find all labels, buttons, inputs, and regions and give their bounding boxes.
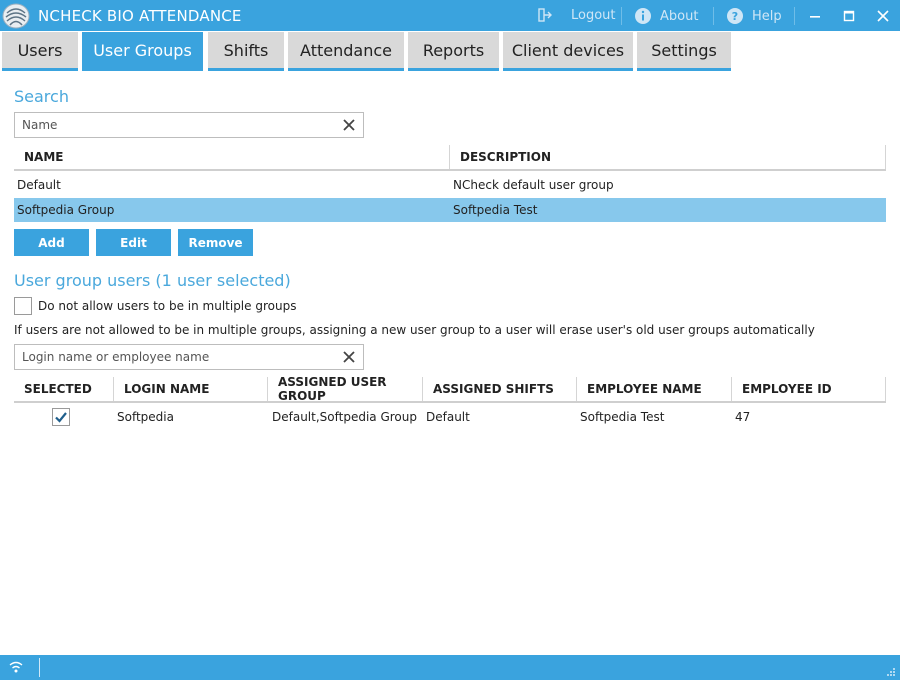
close-icon: [877, 10, 889, 22]
tab-users[interactable]: Users: [2, 32, 78, 71]
add-button[interactable]: Add: [14, 229, 89, 256]
tab-label: Attendance: [300, 40, 392, 60]
user-filter-box: [14, 344, 364, 370]
about-label: About: [660, 8, 699, 24]
tab-label: Settings: [651, 40, 717, 60]
tab-label: Client devices: [511, 40, 625, 60]
tab-label: Reports: [422, 40, 485, 60]
tab-settings[interactable]: Settings: [637, 32, 731, 71]
title-separator: [794, 7, 795, 25]
column-header-assigned-shifts[interactable]: ASSIGNED SHIFTS: [423, 377, 577, 401]
status-bar: [0, 655, 900, 680]
groups-table-header: NAME DESCRIPTION: [14, 145, 886, 171]
group-search-input[interactable]: [15, 113, 335, 137]
employee-name-cell: Softpedia Test: [580, 410, 665, 424]
tab-user-groups[interactable]: User Groups: [82, 32, 203, 71]
close-window-button[interactable]: [873, 6, 893, 26]
remove-button[interactable]: Remove: [178, 229, 253, 256]
column-header-employee-id[interactable]: EMPLOYEE ID: [732, 377, 886, 401]
column-header-login-name[interactable]: LOGIN NAME: [114, 377, 268, 401]
logout-button[interactable]: Logout: [537, 7, 616, 23]
group-users-title: User group users (1 user selected): [14, 271, 291, 290]
column-header-description[interactable]: DESCRIPTION: [450, 145, 886, 169]
wifi-icon: [9, 661, 23, 673]
group-description-cell: Softpedia Test: [453, 203, 538, 217]
tab-reports[interactable]: Reports: [408, 32, 499, 71]
minimize-icon: [810, 16, 820, 18]
tab-client-devices[interactable]: Client devices: [503, 32, 633, 71]
table-row[interactable]: Softpedia Default,Softpedia Group Defaul…: [14, 405, 886, 429]
user-filter-input[interactable]: [15, 345, 335, 369]
users-table-header: SELECTED LOGIN NAME ASSIGNED USER GROUP …: [14, 375, 886, 403]
logout-label: Logout: [571, 7, 616, 23]
column-header-selected[interactable]: SELECTED: [14, 377, 114, 401]
tab-label: Shifts: [223, 40, 269, 60]
status-separator: [39, 658, 40, 677]
column-header-employee-name[interactable]: EMPLOYEE NAME: [577, 377, 732, 401]
group-name-cell: Softpedia Group: [17, 203, 115, 217]
table-row[interactable]: Default NCheck default user group: [14, 173, 886, 197]
help-button[interactable]: ? Help: [726, 7, 782, 25]
close-icon[interactable]: [341, 117, 357, 133]
tab-attendance[interactable]: Attendance: [288, 32, 404, 71]
close-icon[interactable]: [341, 349, 357, 365]
group-description-cell: NCheck default user group: [453, 178, 614, 192]
help-icon: ?: [727, 8, 743, 24]
group-search-box: [14, 112, 364, 138]
tab-label: Users: [17, 40, 63, 60]
employee-id-cell: 47: [735, 410, 751, 424]
title-separator: [621, 7, 622, 25]
assigned-shifts-cell: Default: [426, 410, 470, 424]
help-label: Help: [752, 8, 782, 24]
info-icon: [635, 8, 651, 24]
tab-label: User Groups: [93, 40, 192, 60]
column-header-name[interactable]: NAME: [14, 145, 450, 169]
minimize-button[interactable]: [805, 6, 825, 26]
multiple-groups-label: Do not allow users to be in multiple gro…: [38, 299, 297, 313]
logout-icon: [538, 8, 552, 22]
main-tabs: Users User Groups Shifts Attendance Repo…: [0, 31, 900, 71]
resize-grip-icon[interactable]: [884, 665, 896, 677]
title-separator: [713, 7, 714, 25]
app-title: NCHECK BIO ATTENDANCE: [38, 7, 242, 25]
checkmark-icon: [55, 412, 67, 423]
tab-shifts[interactable]: Shifts: [208, 32, 284, 71]
multiple-groups-info: If users are not allowed to be in multip…: [14, 323, 815, 337]
group-name-cell: Default: [17, 178, 61, 192]
search-title: Search: [14, 87, 69, 106]
table-row[interactable]: Softpedia Group Softpedia Test: [14, 198, 886, 222]
login-name-cell: Softpedia: [117, 410, 174, 424]
title-bar: NCHECK BIO ATTENDANCE Logout About ? Hel…: [0, 0, 900, 31]
user-selected-checkbox[interactable]: [52, 408, 70, 426]
maximize-button[interactable]: [839, 6, 859, 26]
multiple-groups-checkbox[interactable]: [14, 297, 32, 315]
svg-text:?: ?: [732, 10, 738, 23]
maximize-icon: [843, 10, 855, 22]
assigned-user-group-cell: Default,Softpedia Group: [272, 410, 417, 424]
edit-button[interactable]: Edit: [96, 229, 171, 256]
column-header-assigned-user-group[interactable]: ASSIGNED USER GROUP: [268, 375, 423, 403]
about-button[interactable]: About: [634, 7, 698, 25]
fingerprint-logo-icon: [2, 3, 30, 29]
